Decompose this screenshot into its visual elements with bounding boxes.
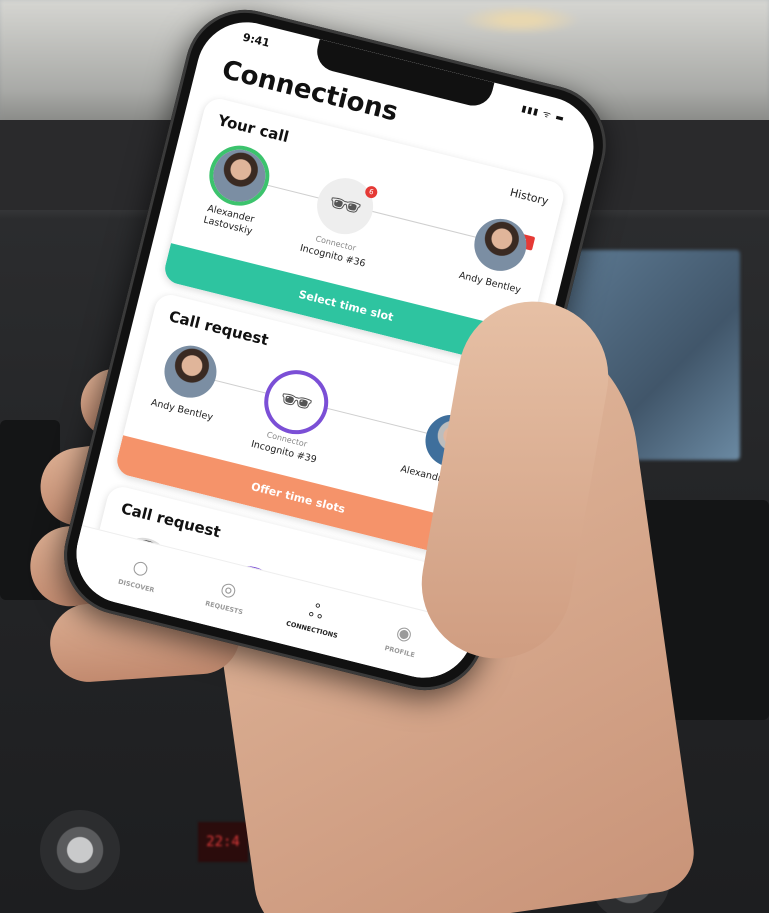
avatar-right[interactable] [468, 213, 532, 277]
connections-icon: ஃ [306, 599, 326, 624]
connector-avatar[interactable]: 🕶 6 [311, 172, 380, 241]
left-person-name: Andy Bentley [149, 397, 214, 424]
climate-display: 22:4 [198, 822, 248, 862]
search-icon: ○ [130, 555, 151, 581]
incognito-icon: 🕶 [276, 383, 316, 421]
avatar-left[interactable] [158, 340, 222, 404]
history-link[interactable]: History [509, 186, 550, 208]
right-person-name: Andy Bentley [457, 269, 522, 296]
tab-label: REQUESTS [204, 599, 244, 617]
card-title: Call request [119, 499, 223, 542]
tab-label: CONNECTIONS [285, 619, 339, 640]
car-interior-background: 22:4 9:41 ▮▮▮ ᯤ ▬ Connections Your call … [0, 0, 769, 913]
card-title: Your call [216, 111, 291, 147]
profile-icon: ◉ [394, 621, 415, 646]
dial-knob [40, 810, 120, 890]
status-icons: ▮▮▮ ᯤ ▬ [520, 104, 566, 125]
connector-avatar[interactable]: 🕶 [262, 368, 331, 437]
left-person-name: Alexander Lastovskiy [202, 203, 256, 238]
avatar-left[interactable] [207, 144, 271, 208]
requests-icon: ◎ [218, 577, 239, 602]
tab-label: DISCOVER [117, 577, 156, 595]
notification-dot: 6 [364, 184, 379, 200]
incognito-icon: 🕶 [325, 187, 365, 225]
status-time: 9:41 [241, 30, 272, 50]
card-title: Call request [167, 307, 271, 350]
tab-requests[interactable]: ◎ REQUESTS [190, 557, 264, 636]
tab-connections[interactable]: ஃ CONNECTIONS [278, 579, 352, 658]
tab-discover[interactable]: ○ DISCOVER [102, 535, 176, 614]
tab-label: PROFILE [383, 644, 416, 660]
